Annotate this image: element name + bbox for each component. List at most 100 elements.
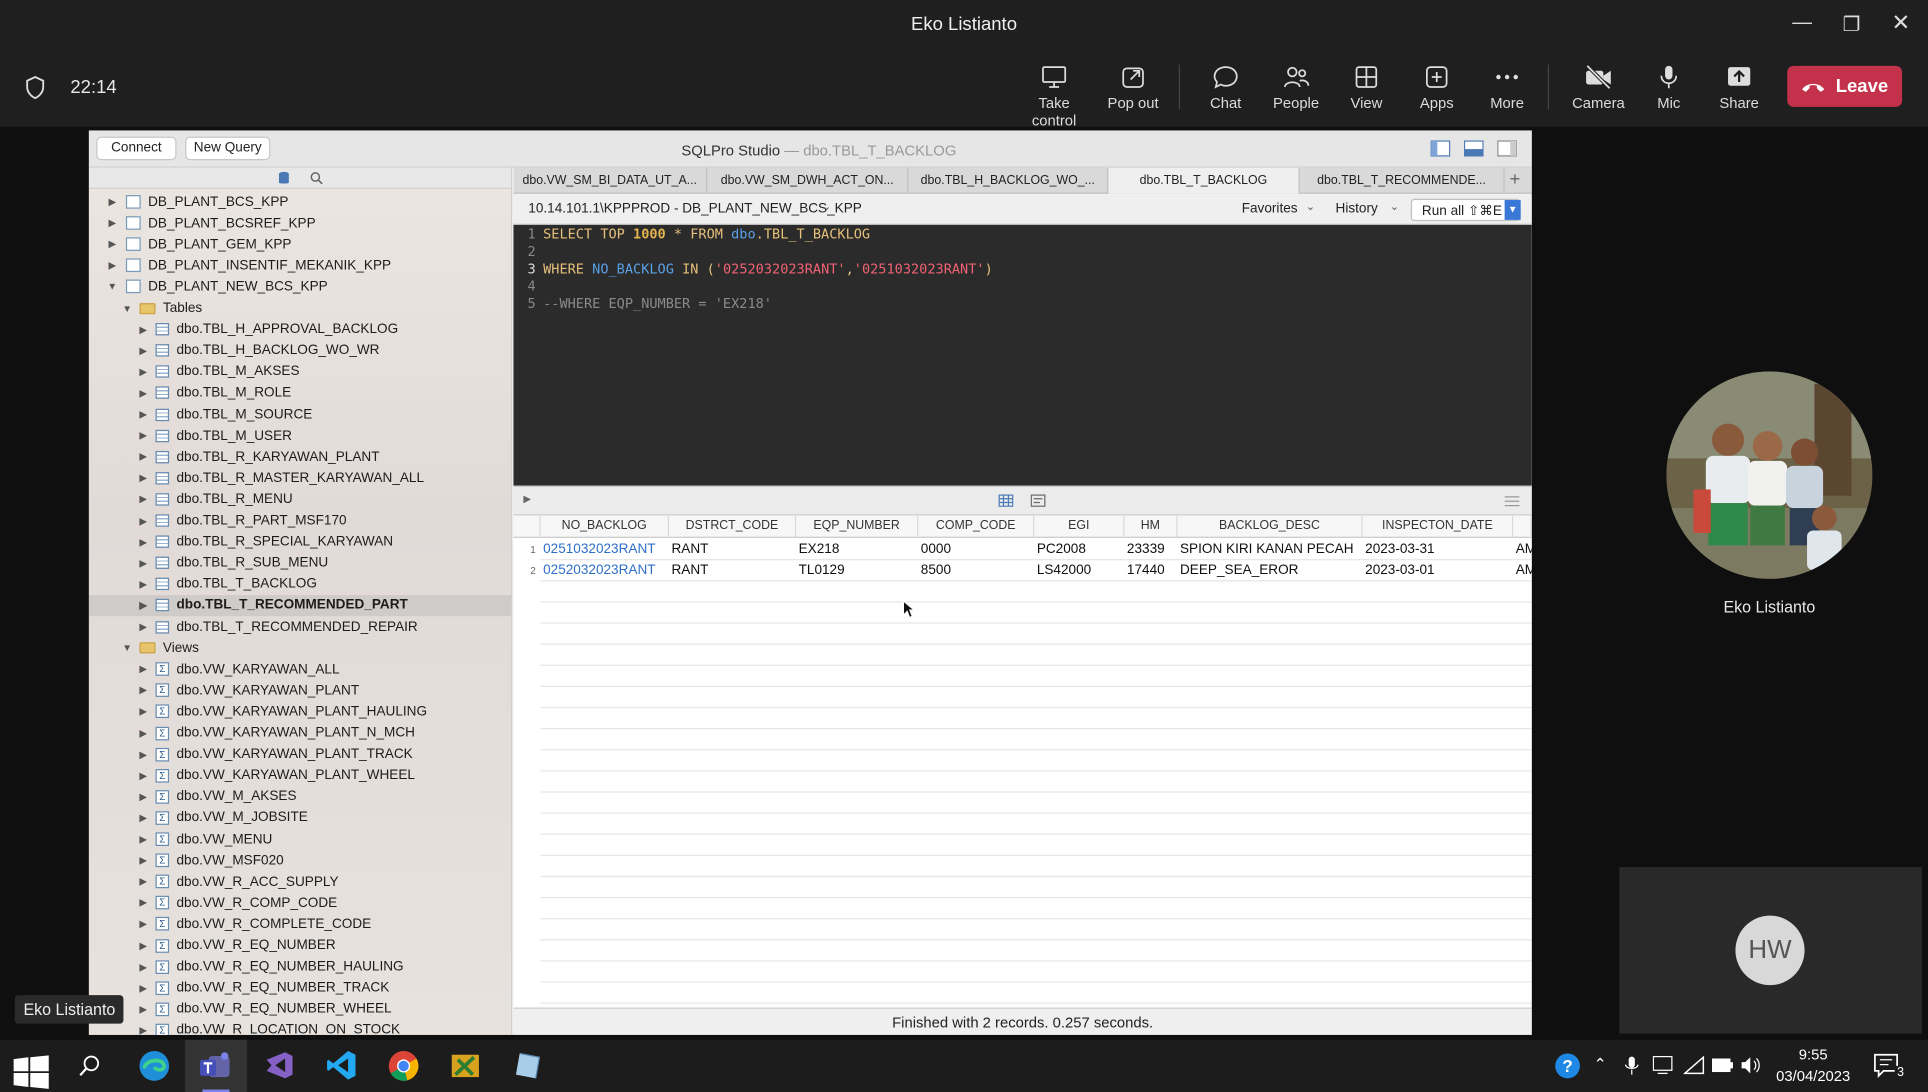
table-row[interactable] xyxy=(540,708,1532,730)
column-header[interactable]: COMP_CODE xyxy=(918,515,1035,538)
favorites-menu[interactable]: Favorites xyxy=(1242,201,1298,216)
chrome-icon[interactable] xyxy=(388,1050,420,1082)
table-row[interactable] xyxy=(540,856,1532,878)
table-row[interactable] xyxy=(540,771,1532,793)
table-row[interactable] xyxy=(540,983,1532,1004)
table-row[interactable] xyxy=(540,666,1532,688)
tab-tbl-h-backlog-wo[interactable]: dbo.TBL_H_BACKLOG_WO_... xyxy=(908,167,1109,194)
sidebar-view-item[interactable]: ▶ Σdbo.VW_R_ACC_SUPPLY xyxy=(89,871,338,892)
disclosure-closed-icon[interactable]: ▶ xyxy=(137,472,149,483)
sidebar-view-item[interactable]: ▶ Σdbo.VW_R_COMP_CODE xyxy=(89,892,337,913)
sidebar-view-item[interactable]: ▶ Σdbo.VW_MENU xyxy=(89,829,272,850)
chat-button[interactable]: Chat xyxy=(1190,60,1262,112)
column-header[interactable]: INSPECTON_DATE xyxy=(1362,515,1514,538)
sidebar-view-item[interactable]: ▶ Σdbo.VW_R_EQ_NUMBER_TRACK xyxy=(89,977,389,998)
tab-vw-sm-bi-data[interactable]: dbo.VW_SM_BI_DATA_UT_A... xyxy=(513,167,708,194)
sidebar-table-item[interactable]: ▶ dbo.TBL_M_USER xyxy=(89,425,292,446)
disclosure-closed-icon[interactable]: ▶ xyxy=(137,770,149,781)
table-row[interactable] xyxy=(540,793,1532,814)
disclosure-closed-icon[interactable]: ▶ xyxy=(137,791,149,802)
layout-bottom-icon[interactable] xyxy=(1463,140,1484,157)
table-row[interactable] xyxy=(540,835,1532,856)
teams-icon[interactable] xyxy=(199,1051,234,1082)
sidebar-folder-tables[interactable]: ▼ Tables xyxy=(89,298,202,319)
table-row[interactable] xyxy=(540,624,1532,645)
chevron-down-icon[interactable]: ⌄ xyxy=(822,200,831,214)
table-row[interactable] xyxy=(540,814,1532,835)
disclosure-closed-icon[interactable]: ▶ xyxy=(137,366,149,377)
restore-icon[interactable]: ❐ xyxy=(1839,12,1864,37)
menu-icon[interactable] xyxy=(1504,496,1520,507)
disclosure-closed-icon[interactable]: ▶ xyxy=(137,940,149,951)
chevron-down-icon[interactable]: ⌄ xyxy=(1306,200,1315,214)
sidebar-table-item[interactable]: ▶ dbo.TBL_M_ROLE xyxy=(89,382,291,403)
add-tab-icon[interactable]: + xyxy=(1510,169,1521,190)
disclosure-open-icon[interactable]: ▼ xyxy=(121,642,133,653)
tab-tbl-t-backlog[interactable]: dbo.TBL_T_BACKLOG xyxy=(1108,167,1300,194)
sidebar-table-item[interactable]: ▶ dbo.TBL_M_SOURCE xyxy=(89,404,312,425)
disclosure-closed-icon[interactable]: ▶ xyxy=(137,919,149,930)
table-row[interactable] xyxy=(540,603,1532,624)
disclosure-closed-icon[interactable]: ▶ xyxy=(137,876,149,887)
disclosure-closed-icon[interactable]: ▶ xyxy=(137,749,149,760)
column-header[interactable]: EQP_NUMBER xyxy=(796,515,919,538)
database-icon[interactable] xyxy=(278,171,290,185)
screen-share-tray-icon[interactable] xyxy=(1652,1055,1673,1075)
sql-editor[interactable]: 1 2 3 4 5 SELECT TOP 1000 * FROM dbo.TBL… xyxy=(513,224,1532,486)
share-button[interactable]: Share xyxy=(1703,60,1775,112)
close-icon[interactable]: ✕ xyxy=(1888,10,1913,35)
sidebar-table-item[interactable]: ▶ dbo.TBL_T_BACKLOG xyxy=(89,574,317,595)
participant-video[interactable] xyxy=(1666,371,1873,579)
disclosure-closed-icon[interactable]: ▶ xyxy=(137,855,149,866)
disclosure-open-icon[interactable]: ▼ xyxy=(106,281,118,292)
chevron-down-icon[interactable]: ⌄ xyxy=(1390,200,1399,214)
disclosure-closed-icon[interactable]: ▶ xyxy=(137,557,149,568)
sidebar-view-item[interactable]: ▶ Σdbo.VW_KARYAWAN_ALL xyxy=(89,659,339,680)
table-row[interactable] xyxy=(540,919,1532,941)
grid-view-icon[interactable] xyxy=(998,494,1014,507)
tab-tbl-t-recommended[interactable]: dbo.TBL_T_RECOMMENDE... xyxy=(1300,167,1505,194)
mic-button[interactable]: Mic xyxy=(1633,60,1705,112)
sidebar-table-item[interactable]: ▶ dbo.TBL_R_PART_MSF170 xyxy=(89,510,346,531)
disclosure-closed-icon[interactable]: ▶ xyxy=(106,196,118,207)
sidebar-db-item[interactable]: ▶ DB_PLANT_BCSREF_KPP xyxy=(89,213,316,234)
table-row[interactable] xyxy=(540,940,1532,962)
table-row[interactable] xyxy=(540,687,1532,709)
disclosure-closed-icon[interactable]: ▶ xyxy=(137,536,149,547)
app-tools-icon[interactable] xyxy=(449,1050,481,1082)
layout-right-icon[interactable] xyxy=(1497,140,1517,157)
sidebar-view-item[interactable]: ▶ Σdbo.VW_KARYAWAN_PLANT xyxy=(89,680,359,701)
edge-icon[interactable] xyxy=(138,1050,170,1082)
disclosure-closed-icon[interactable]: ▶ xyxy=(137,451,149,462)
sidebar-table-item[interactable]: ▶ dbo.TBL_H_APPROVAL_BACKLOG xyxy=(89,319,398,340)
disclosure-closed-icon[interactable]: ▶ xyxy=(137,515,149,526)
disclosure-closed-icon[interactable]: ▶ xyxy=(137,1004,149,1015)
disclosure-closed-icon[interactable]: ▶ xyxy=(106,260,118,271)
column-header[interactable]: EGI xyxy=(1034,515,1125,538)
layout-left-icon[interactable] xyxy=(1430,140,1451,157)
table-row[interactable] xyxy=(540,877,1532,899)
disclosure-closed-icon[interactable]: ▶ xyxy=(137,579,149,590)
sidebar-table-item[interactable]: ▶ dbo.TBL_R_MASTER_KARYAWAN_ALL xyxy=(89,467,424,488)
disclosure-closed-icon[interactable]: ▶ xyxy=(106,218,118,229)
table-row[interactable]: 0252032023RANT RANT TL0129 8500 LS42000 17440… xyxy=(540,560,1532,582)
column-header[interactable]: DSTRCT_CODE xyxy=(668,515,797,538)
disclosure-closed-icon[interactable]: ▶ xyxy=(137,430,149,441)
sidebar-view-item[interactable]: ▶ Σdbo.VW_R_LOCATION_ON_STOCK xyxy=(89,1020,400,1035)
help-icon[interactable]: ? xyxy=(1554,1052,1581,1079)
view-button[interactable]: View xyxy=(1331,60,1403,112)
windows-start-icon[interactable] xyxy=(13,1055,51,1090)
sidebar-db-item[interactable]: ▶ DB_PLANT_INSENTIF_MEKANIK_KPP xyxy=(89,255,392,276)
sidebar-table-item[interactable]: ▶ dbo.TBL_R_MENU xyxy=(89,489,292,510)
tab-vw-sm-dwh-act[interactable]: dbo.VW_SM_DWH_ACT_ON... xyxy=(707,167,909,194)
sidebar-table-item[interactable]: ▶ dbo.TBL_R_KARYAWAN_PLANT xyxy=(89,446,379,467)
sidebar-table-item[interactable]: ▶ dbo.TBL_R_SPECIAL_KARYAWAN xyxy=(89,531,393,552)
play-icon[interactable]: ▶ xyxy=(523,493,531,504)
leave-button[interactable]: Leave xyxy=(1787,65,1903,107)
disclosure-closed-icon[interactable]: ▶ xyxy=(137,324,149,335)
sidebar-table-item[interactable]: ▶ dbo.TBL_T_RECOMMENDED_PART xyxy=(88,594,512,617)
disclosure-closed-icon[interactable]: ▶ xyxy=(137,494,149,505)
disclosure-closed-icon[interactable]: ▶ xyxy=(137,897,149,908)
disclosure-closed-icon[interactable]: ▶ xyxy=(137,982,149,993)
connection-selector[interactable]: 10.14.101.1\KPPPROD - DB_PLANT_NEW_BCS_K… xyxy=(528,201,862,216)
